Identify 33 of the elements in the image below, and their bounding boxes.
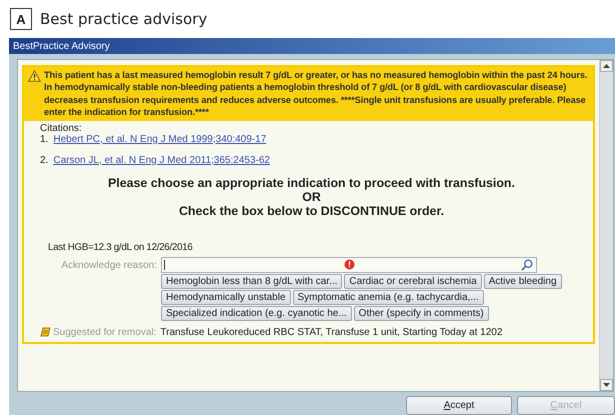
warning-icon <box>28 70 41 82</box>
reason-option-button[interactable]: Cardiac or cerebral ischemia <box>344 274 482 289</box>
search-icon[interactable] <box>521 258 533 271</box>
last-hgb-text: Last HGB=12.3 g/dL on 12/26/2016 <box>48 242 194 253</box>
reason-option-button[interactable]: Hemoglobin less than 8 g/dL with car... <box>161 274 342 289</box>
removal-label: Suggested for removal: <box>53 326 156 338</box>
figure-title: Best practice advisory <box>40 10 208 28</box>
reason-option-button[interactable]: Active bleeding <box>484 274 562 289</box>
reason-option-button[interactable]: Other (specify in comments) <box>354 306 489 321</box>
citation-link[interactable]: Carson JL, et al. N Eng J Med 2011;365:2453-62 <box>53 154 270 166</box>
figure-label: A <box>10 8 32 30</box>
order-icon <box>40 327 51 338</box>
up-arrow-icon <box>603 64 610 68</box>
dialog-button[interactable]: Accept <box>406 396 512 415</box>
reason-option-button[interactable]: Specialized indication (e.g. cyanotic he... <box>161 306 352 321</box>
acknowledge-label: Acknowledge reason: <box>60 258 157 273</box>
reason-option-button[interactable]: Symptomatic anemia (e.g. tachycardia,... <box>292 290 484 305</box>
removal-order: Transfuse Leukoreduced RBC STAT, Transfuse 1 unit, Starting Today at 1202 <box>160 326 502 338</box>
citation-link[interactable]: Hebert PC, et al. N Eng J Med 1999;340:409-17 <box>53 134 266 145</box>
instruction-text: OR <box>301 190 322 204</box>
scrollbar[interactable] <box>599 60 613 391</box>
citation-number: 2. <box>40 154 48 166</box>
citations-heading: Citations: <box>40 122 83 134</box>
reason-field[interactable] <box>161 256 537 273</box>
down-arrow-icon <box>603 383 610 387</box>
instruction-text: Check the box below to DISCONTINUE order. <box>178 204 446 218</box>
citation-number: 1. <box>40 134 48 145</box>
instruction-text: Please choose an appropriate indication to proceed with transfusion. <box>107 176 516 190</box>
alert-message: This patient has a last measured hemoglobin result 7 g/dL or greater, or has no measured hemoglobin within the past 24 hours. In hemodynamically stable non-bleeding patients a hemoglobin threshold of 7 g/dL (or 8 g/dL with cardiovascular disease) decreases transfusion requirements and reduces adverse outcomes. ****Single unit transfusions are usually preferable. Please enter the indication for transfusion.**** <box>44 69 588 119</box>
scroll-up-button[interactable] <box>600 60 613 72</box>
reason-option-button[interactable]: Hemodynamically unstable <box>161 290 291 305</box>
window-title: BestPractice Advisory <box>13 40 110 52</box>
scroll-down-button[interactable] <box>600 379 613 391</box>
